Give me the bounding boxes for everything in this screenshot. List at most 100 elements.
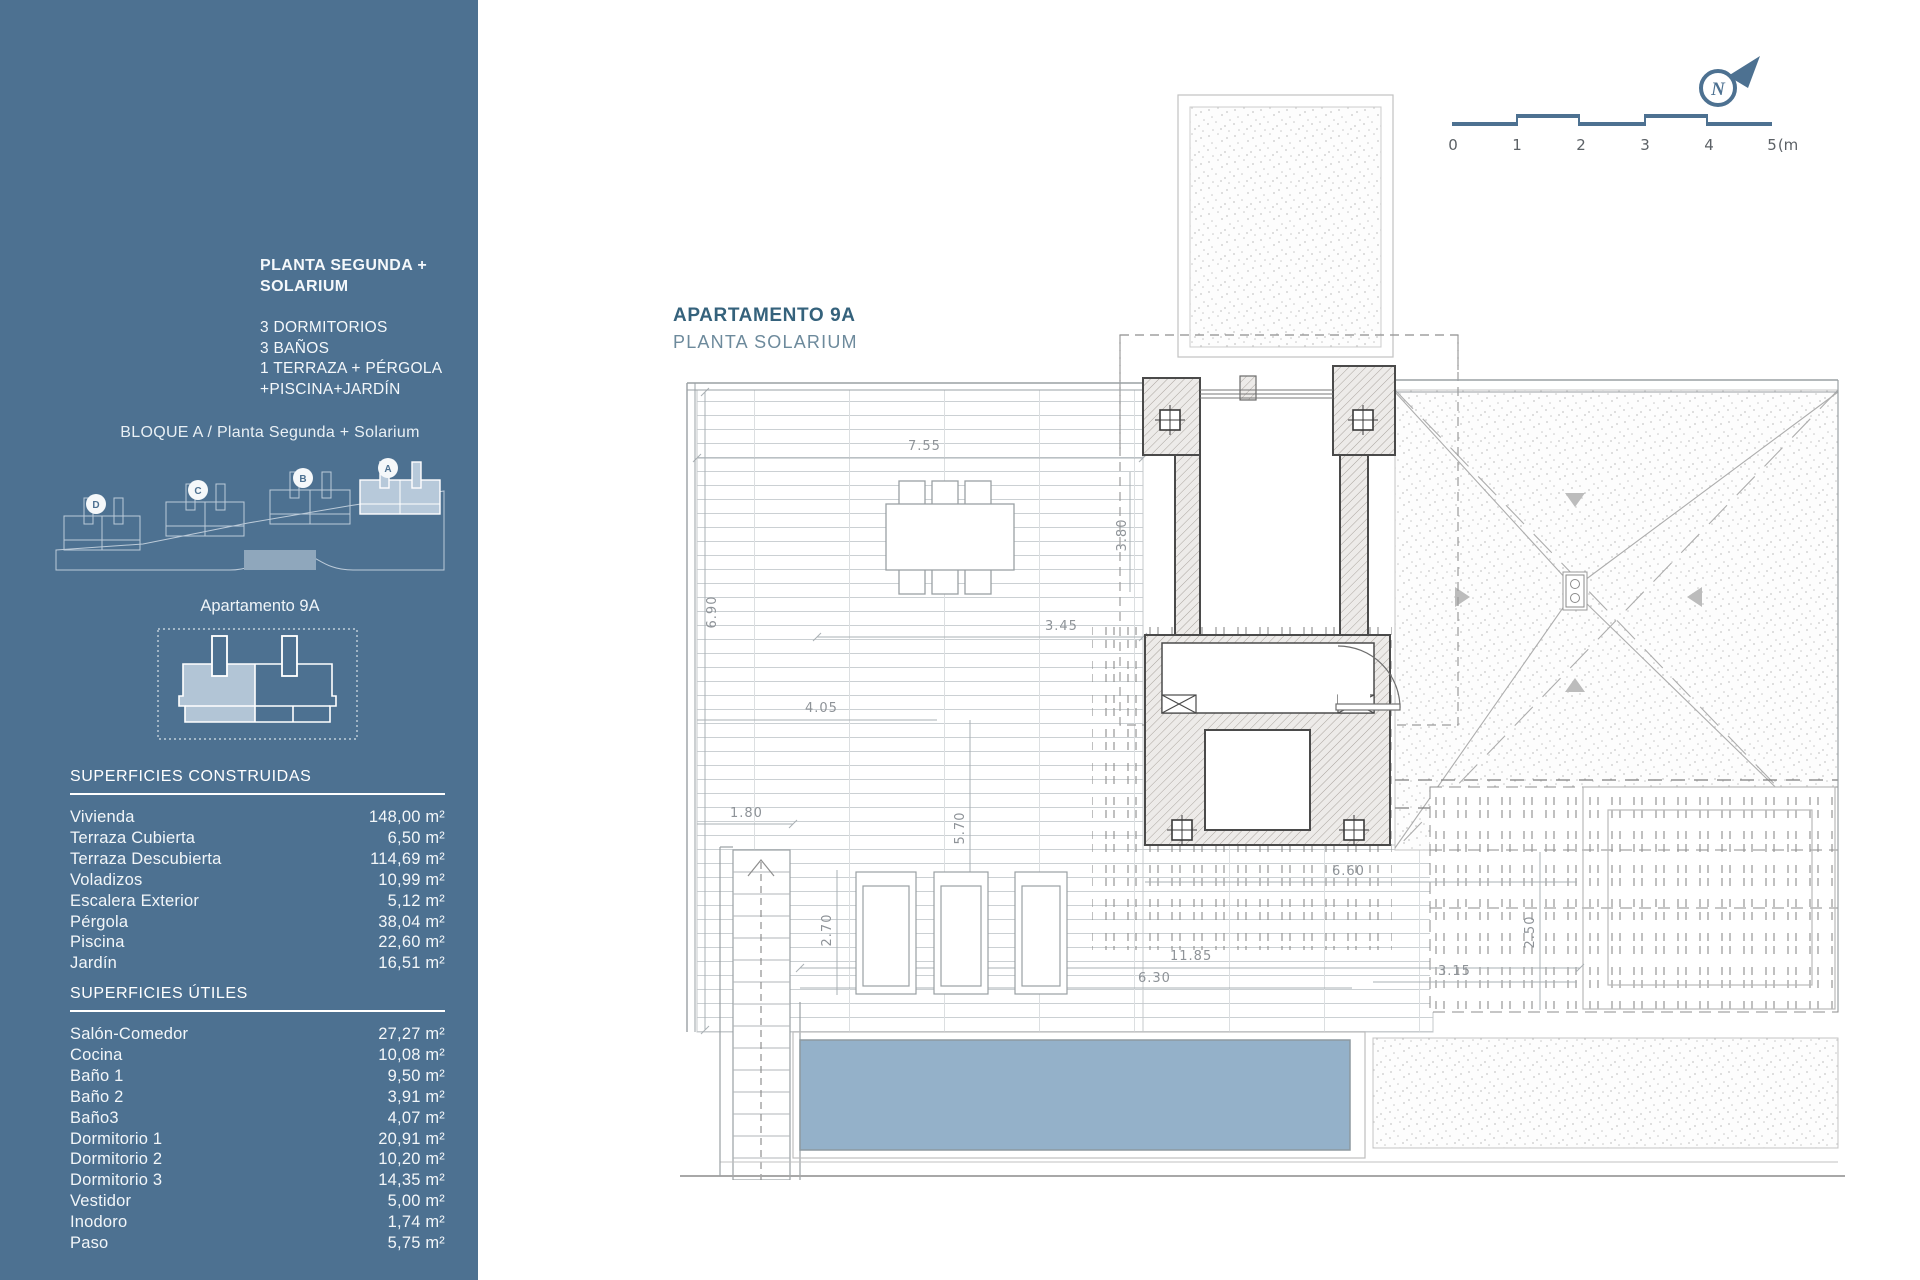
block-label: BLOQUE A / Planta Segunda + Solarium [60,424,480,442]
svg-text:A: A [384,464,391,475]
table-row: Dormitorio 2 10,20 m² [70,1149,445,1170]
row-label: Baño3 [70,1108,119,1129]
useful-surfaces: SUPERFICIES ÚTILES Salón-Comedor 27,27 m… [70,985,445,1254]
table-row: Pérgola 38,04 m² [70,912,445,933]
svg-text:3.45: 3.45 [1045,619,1078,634]
row-value: 10,99 m² [378,870,445,891]
table-row: Voladizos 10,99 m² [70,870,445,891]
row-label: Cocina [70,1045,123,1066]
svg-text:D: D [92,500,99,511]
badge-b: B [293,468,313,488]
svg-text:7.55: 7.55 [908,439,941,454]
row-label: Dormitorio 3 [70,1170,162,1191]
stair-core [1143,366,1400,845]
row-value: 114,69 m² [370,849,445,870]
row-label: Vestidor [70,1191,131,1212]
row-value: 148,00 m² [369,807,445,828]
exterior-stairs [733,850,800,1180]
row-label: Jardín [70,953,117,974]
pool-garden [680,1032,1845,1176]
sidebar-title: PLANTA SEGUNDA + SOLARIUM [260,255,470,297]
row-label: Dormitorio 2 [70,1149,162,1170]
constructed-title: SUPERFICIES CONSTRUIDAS [70,768,445,795]
constructed-surfaces: SUPERFICIES CONSTRUIDAS Vivienda 148,00 … [70,768,445,974]
row-value: 27,27 m² [378,1024,445,1045]
useful-title: SUPERFICIES ÚTILES [70,985,445,1012]
row-label: Escalera Exterior [70,891,199,912]
svg-text:3.80: 3.80 [1115,519,1130,552]
right-terrace [1430,787,1838,1012]
feature-item: 3 DORMITORIOS [260,318,475,339]
svg-text:2.70: 2.70 [820,914,835,947]
row-value: 10,08 m² [378,1045,445,1066]
row-label: Piscina [70,932,125,953]
table-row: Terraza Cubierta 6,50 m² [70,828,445,849]
table-row: Vivienda 148,00 m² [70,807,445,828]
svg-text:11.85: 11.85 [1170,949,1212,964]
row-value: 5,12 m² [388,891,445,912]
svg-text:6.60: 6.60 [1332,864,1365,879]
badge-d: D [86,494,106,514]
row-label: Terraza Descubierta [70,849,221,870]
svg-text:6.90: 6.90 [705,596,720,629]
row-label: Dormitorio 1 [70,1129,162,1150]
svg-text:5.70: 5.70 [953,812,968,845]
floor-plan: 7.55 3.80 6.90 3.45 4.05 1.80 5.70 2.70 … [660,80,1850,1185]
row-value: 38,04 m² [378,912,445,933]
row-label: Salón-Comedor [70,1024,188,1045]
unit-diagram [155,626,360,744]
row-label: Baño 1 [70,1066,124,1087]
table-row: Cocina 10,08 m² [70,1045,445,1066]
table-row: Escalera Exterior 5,12 m² [70,891,445,912]
svg-text:2.50: 2.50 [1523,916,1538,949]
table-row: Salón-Comedor 27,27 m² [70,1024,445,1045]
table-row: Jardín 16,51 m² [70,953,445,974]
gravel-roof [1395,390,1838,850]
table-row: Dormitorio 1 20,91 m² [70,1129,445,1150]
sidebar: PLANTA SEGUNDA + SOLARIUM 3 DORMITORIOS3… [0,0,478,1280]
row-value: 3,91 m² [388,1087,445,1108]
svg-text:6.30: 6.30 [1138,971,1171,986]
site-pool [244,550,316,570]
table-row: Baño 2 3,91 m² [70,1087,445,1108]
table-row: Paso 5,75 m² [70,1233,445,1254]
feature-item: +PISCINA+JARDÍN [260,380,475,401]
site-building-a [360,462,440,514]
row-value: 5,00 m² [388,1191,445,1212]
row-value: 22,60 m² [378,932,445,953]
table-row: Baño 1 9,50 m² [70,1066,445,1087]
row-value: 20,91 m² [378,1129,445,1150]
sun-loungers [856,872,1067,994]
sidebar-feature-list: 3 DORMITORIOS3 BAÑOS1 TERRAZA + PÉRGOLA+… [260,318,475,400]
row-value: 1,74 m² [388,1212,445,1233]
roof-drain [1563,572,1587,610]
table-row: Inodoro 1,74 m² [70,1212,445,1233]
row-value: 14,35 m² [378,1170,445,1191]
row-label: Terraza Cubierta [70,828,195,849]
apartment-label: Apartamento 9A [50,597,470,616]
row-value: 6,50 m² [388,828,445,849]
row-value: 9,50 m² [388,1066,445,1087]
table-row: Dormitorio 3 14,35 m² [70,1170,445,1191]
table-row: Vestidor 5,00 m² [70,1191,445,1212]
badge-a: A [378,458,398,478]
row-label: Inodoro [70,1212,127,1233]
useful-table: Salón-Comedor 27,27 m² Cocina 10,08 m² B… [70,1024,445,1254]
row-label: Voladizos [70,870,142,891]
site-map: D C B A [48,450,453,595]
svg-text:4.05: 4.05 [805,701,838,716]
svg-text:B: B [299,474,306,485]
elevator-shaft [1205,730,1310,830]
feature-item: 3 BAÑOS [260,339,475,360]
svg-text:C: C [194,486,201,497]
badge-c: C [188,480,208,500]
row-label: Pérgola [70,912,128,933]
row-value: 16,51 m² [378,953,445,974]
svg-text:1.80: 1.80 [730,806,763,821]
feature-item: 1 TERRAZA + PÉRGOLA [260,359,475,380]
table-row: Piscina 22,60 m² [70,932,445,953]
row-label: Vivienda [70,807,135,828]
constructed-table: Vivienda 148,00 m² Terraza Cubierta 6,50… [70,807,445,974]
pool [800,1040,1350,1150]
garden [1373,1038,1838,1148]
